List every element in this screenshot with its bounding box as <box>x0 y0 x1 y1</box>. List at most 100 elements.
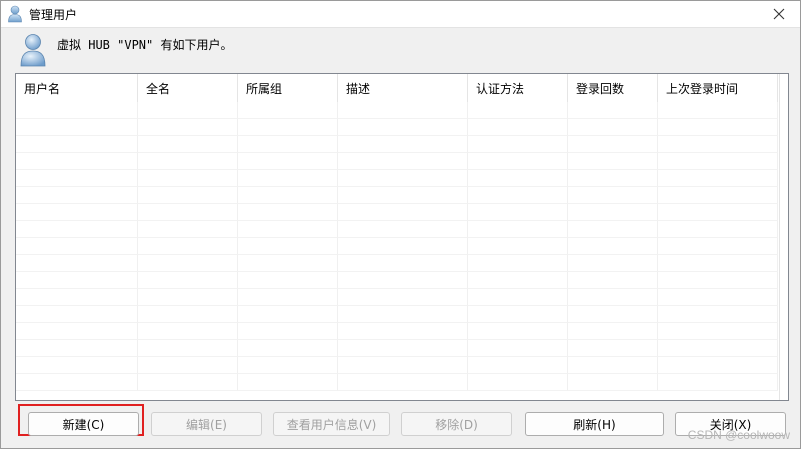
table-cell <box>568 340 658 357</box>
column-header-fullname[interactable]: 全名 <box>138 74 238 102</box>
table-cell <box>138 204 238 221</box>
column-header-description[interactable]: 描述 <box>338 74 468 102</box>
table-cell <box>238 119 338 136</box>
table-cell <box>138 357 238 374</box>
table-cell <box>138 306 238 323</box>
table-cell <box>16 289 138 306</box>
table-cell <box>16 374 138 391</box>
table-cell <box>568 272 658 289</box>
empty-table-row <box>16 289 778 306</box>
column-header-login-count[interactable]: 登录回数 <box>568 74 658 102</box>
table-cell <box>138 119 238 136</box>
table-cell <box>338 204 468 221</box>
empty-table-row <box>16 340 778 357</box>
table-cell <box>238 357 338 374</box>
window-title: 管理用户 <box>29 8 78 22</box>
table-cell <box>338 153 468 170</box>
table-cell <box>568 102 658 119</box>
table-cell <box>658 306 778 323</box>
table-cell <box>658 357 778 374</box>
edit-user-button[interactable]: 编辑(E) <box>151 412 262 436</box>
table-cell <box>568 119 658 136</box>
table-cell <box>658 374 778 391</box>
table-cell <box>568 238 658 255</box>
refresh-button[interactable]: 刷新(H) <box>525 412 664 436</box>
table-cell <box>16 306 138 323</box>
close-icon <box>773 8 785 20</box>
table-cell <box>568 374 658 391</box>
table-cell <box>338 306 468 323</box>
column-header-auth-method[interactable]: 认证方法 <box>468 74 568 102</box>
table-cell <box>658 323 778 340</box>
view-user-info-button[interactable]: 查看用户信息(V) <box>273 412 390 436</box>
table-cell <box>568 204 658 221</box>
table-cell <box>16 170 138 187</box>
users-table[interactable]: 用户名 全名 所属组 描述 认证方法 登录回数 上次登录时间 <box>15 73 789 401</box>
table-cell <box>338 323 468 340</box>
table-cell <box>138 289 238 306</box>
table-cell <box>568 187 658 204</box>
table-cell <box>238 136 338 153</box>
table-cell <box>16 255 138 272</box>
empty-table-row <box>16 238 778 255</box>
title-bar: 管理用户 <box>1 1 800 28</box>
table-cell <box>238 153 338 170</box>
remove-user-button[interactable]: 移除(D) <box>401 412 512 436</box>
table-cell <box>338 255 468 272</box>
table-cell <box>568 221 658 238</box>
empty-table-row <box>16 255 778 272</box>
column-header-username[interactable]: 用户名 <box>16 74 138 102</box>
column-header-group[interactable]: 所属组 <box>238 74 338 102</box>
close-window-button[interactable] <box>766 2 792 26</box>
table-cell <box>338 357 468 374</box>
table-cell <box>468 255 568 272</box>
table-cell <box>658 136 778 153</box>
table-cell <box>138 340 238 357</box>
column-header-last-login[interactable]: 上次登录时间 <box>658 74 778 102</box>
table-cell <box>468 102 568 119</box>
table-cell <box>238 221 338 238</box>
empty-table-row <box>16 187 778 204</box>
table-cell <box>568 306 658 323</box>
table-cell <box>138 187 238 204</box>
manage-users-dialog: 管理用户 虚拟 HUB "VPN" 有如下用户。 用户名 全名 所属组 描述 认… <box>0 0 801 449</box>
table-cell <box>338 187 468 204</box>
table-cell <box>238 170 338 187</box>
empty-table-row <box>16 170 778 187</box>
table-cell <box>568 153 658 170</box>
table-cell <box>468 357 568 374</box>
table-header: 用户名 全名 所属组 描述 认证方法 登录回数 上次登录时间 <box>16 74 778 102</box>
table-cell <box>468 238 568 255</box>
table-cell <box>16 357 138 374</box>
table-cell <box>338 170 468 187</box>
table-cell <box>468 374 568 391</box>
table-cell <box>138 102 238 119</box>
table-cell <box>658 238 778 255</box>
table-cell <box>338 272 468 289</box>
user-icon <box>20 34 46 67</box>
table-cell <box>138 323 238 340</box>
table-cell <box>658 170 778 187</box>
table-cell <box>16 119 138 136</box>
empty-table-row <box>16 221 778 238</box>
empty-table-row <box>16 204 778 221</box>
table-cell <box>468 119 568 136</box>
table-cell <box>238 204 338 221</box>
table-cell <box>568 323 658 340</box>
table-cell <box>238 340 338 357</box>
table-cell <box>16 153 138 170</box>
new-user-button[interactable]: 新建(C) <box>28 412 139 436</box>
empty-table-row <box>16 357 778 374</box>
table-cell <box>468 136 568 153</box>
table-cell <box>568 289 658 306</box>
empty-table-row <box>16 323 778 340</box>
empty-table-row <box>16 306 778 323</box>
table-cell <box>468 187 568 204</box>
table-cell <box>138 238 238 255</box>
table-cell <box>338 374 468 391</box>
table-cell <box>16 221 138 238</box>
table-cell <box>138 374 238 391</box>
table-cell <box>16 323 138 340</box>
table-cell <box>238 272 338 289</box>
column-divider <box>779 74 780 400</box>
